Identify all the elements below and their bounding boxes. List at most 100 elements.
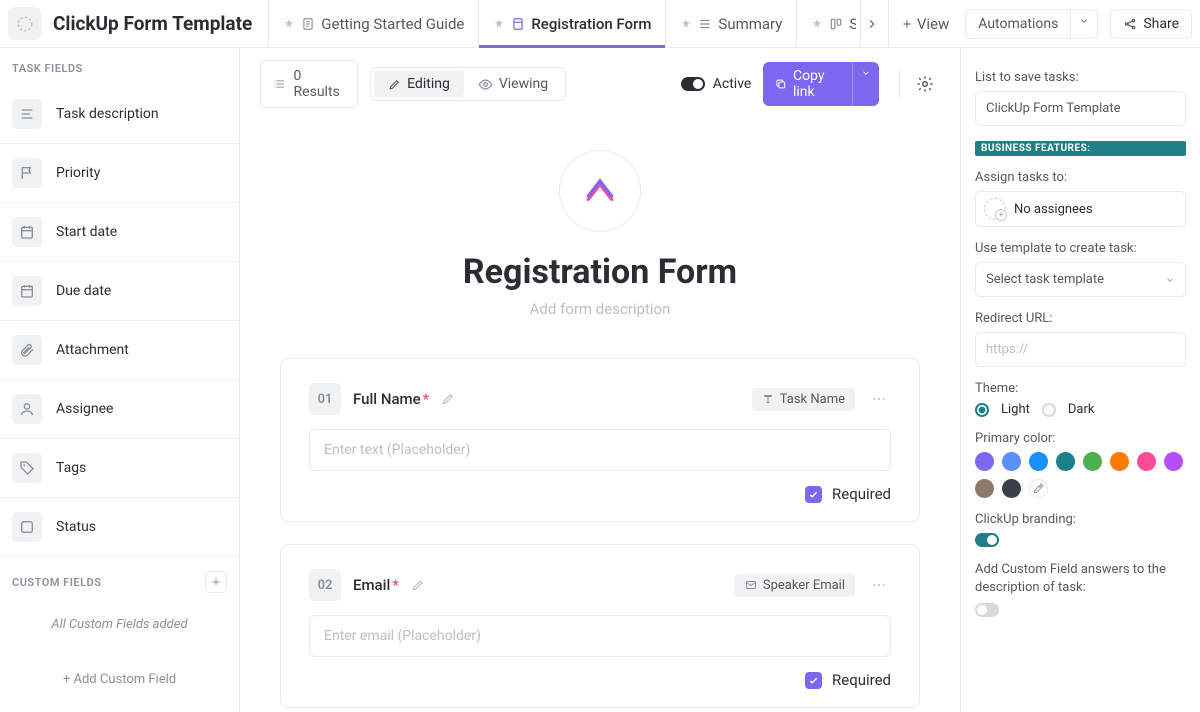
tab-getting-started[interactable]: Getting Started Guide [268, 0, 478, 48]
add-assignee-avatar[interactable] [984, 198, 1006, 220]
pin-icon [811, 18, 823, 30]
sidebar-item-start-date[interactable]: Start date [0, 203, 239, 262]
eyedropper-icon [1033, 483, 1044, 494]
copy-link-button[interactable]: Copy link [763, 62, 852, 106]
color-picker-button[interactable] [1029, 479, 1048, 498]
copy-icon [775, 77, 787, 91]
redirect-input[interactable]: https:// [975, 332, 1186, 367]
sidebar-item-status[interactable]: Status [0, 498, 239, 557]
add-custom-field-button[interactable]: + Add Custom Field [0, 662, 239, 697]
assignee-select[interactable]: No assignees [975, 191, 1186, 227]
color-swatch[interactable] [1002, 452, 1021, 471]
form-title[interactable]: Registration Form [280, 252, 920, 292]
active-toggle[interactable] [681, 77, 705, 91]
field-mapping-badge[interactable]: Task Name [752, 388, 855, 411]
chevron-down-icon [1165, 275, 1175, 285]
field-more-button[interactable] [867, 391, 891, 407]
color-swatch[interactable] [1083, 452, 1102, 471]
field-number: 01 [309, 383, 341, 415]
app-logo [8, 7, 41, 40]
copy-link-dropdown[interactable] [852, 62, 879, 106]
form-icon [511, 17, 525, 31]
results-label: 0 Results [294, 68, 346, 100]
branding-label: ClickUp branding: [975, 512, 1186, 527]
automations-button[interactable]: Automations [965, 9, 1071, 39]
theme-light-label: Light [1001, 402, 1030, 417]
color-swatch[interactable] [1029, 452, 1048, 471]
required-checkbox[interactable] [805, 486, 822, 503]
tab-summary[interactable]: Summary [665, 0, 796, 48]
sidebar-item-label: Due date [56, 283, 111, 299]
branding-toggle[interactable] [975, 533, 999, 547]
check-icon [808, 489, 819, 500]
form-field-card[interactable]: 02 Email* Speaker Email Enter email (Pla… [280, 544, 920, 708]
tab-label: Getting Started Guide [321, 15, 464, 33]
color-swatch[interactable] [1137, 452, 1156, 471]
active-toggle-wrap: Active [681, 76, 752, 92]
pin-icon [680, 18, 692, 30]
theme-light-radio[interactable] [975, 403, 989, 417]
settings-button[interactable] [899, 69, 940, 99]
sidebar-item-task-description[interactable]: Task description [0, 85, 239, 144]
add-custom-field-plus[interactable] [205, 571, 227, 593]
pin-icon [493, 18, 505, 30]
field-placeholder-input[interactable]: Enter email (Placeholder) [309, 615, 891, 657]
color-swatch[interactable] [975, 479, 994, 498]
share-button[interactable]: Share [1110, 9, 1192, 39]
theme-dark-label: Dark [1068, 402, 1095, 417]
sidebar-item-attachment[interactable]: Attachment [0, 321, 239, 380]
sidebar-item-priority[interactable]: Priority [0, 144, 239, 203]
template-select[interactable]: Select task template [975, 262, 1186, 297]
automations-label: Automations [978, 16, 1058, 32]
text-icon [19, 106, 35, 122]
cf-desc-toggle[interactable] [975, 603, 999, 617]
editing-mode[interactable]: Editing [374, 71, 464, 97]
sidebar-item-due-date[interactable]: Due date [0, 262, 239, 321]
theme-label: Theme: [975, 381, 1186, 396]
form-field-card[interactable]: 01 Full Name* Task Name Enter text (Plac… [280, 358, 920, 522]
sidebar-item-tags[interactable]: Tags [0, 439, 239, 498]
tabs-scroll-right[interactable] [860, 0, 884, 48]
field-label[interactable]: Email* [353, 576, 399, 594]
list-icon [273, 77, 286, 91]
text-field-icon [762, 393, 774, 405]
list-select[interactable]: ClickUp Form Template [975, 91, 1186, 126]
dashed-circle-icon [16, 15, 34, 33]
app-title: ClickUp Form Template [53, 12, 252, 35]
sidebar-item-assignee[interactable]: Assignee [0, 380, 239, 439]
plus-icon [210, 576, 222, 588]
theme-dark-radio[interactable] [1042, 403, 1056, 417]
tab-registration-form[interactable]: Registration Form [478, 0, 665, 48]
color-swatch[interactable] [1056, 452, 1075, 471]
color-swatch[interactable] [975, 452, 994, 471]
edit-label-button[interactable] [411, 578, 425, 592]
badge-label: Task Name [780, 392, 845, 407]
edit-label-button[interactable] [441, 392, 455, 406]
color-swatch[interactable] [1002, 479, 1021, 498]
check-icon [808, 675, 819, 686]
viewing-mode[interactable]: Viewing [464, 71, 562, 97]
email-icon [745, 579, 757, 591]
add-view-button[interactable]: View [888, 0, 961, 48]
form-description[interactable]: Add form description [280, 300, 920, 318]
sidebar-item-label: Priority [56, 165, 100, 181]
eye-icon [478, 77, 493, 92]
required-checkbox[interactable] [805, 672, 822, 689]
sidebar-item-label: Status [56, 519, 96, 535]
field-placeholder-input[interactable]: Enter text (Placeholder) [309, 429, 891, 471]
custom-fields-title: CUSTOM FIELDS [12, 576, 101, 589]
color-swatch[interactable] [1164, 452, 1183, 471]
custom-fields-empty: All Custom Fields added [0, 607, 239, 662]
automations-dropdown[interactable] [1071, 9, 1098, 39]
tab-stages[interactable]: Stages [796, 0, 855, 48]
share-label: Share [1143, 16, 1179, 32]
field-mapping-badge[interactable]: Speaker Email [735, 574, 855, 597]
field-more-button[interactable] [867, 577, 891, 593]
field-label[interactable]: Full Name* [353, 390, 429, 408]
clickup-logo-icon [580, 171, 620, 211]
color-swatch[interactable] [1110, 452, 1129, 471]
form-logo[interactable] [559, 150, 641, 232]
editing-label: Editing [407, 76, 450, 92]
results-button[interactable]: 0 Results [260, 60, 358, 108]
user-icon [19, 401, 35, 417]
